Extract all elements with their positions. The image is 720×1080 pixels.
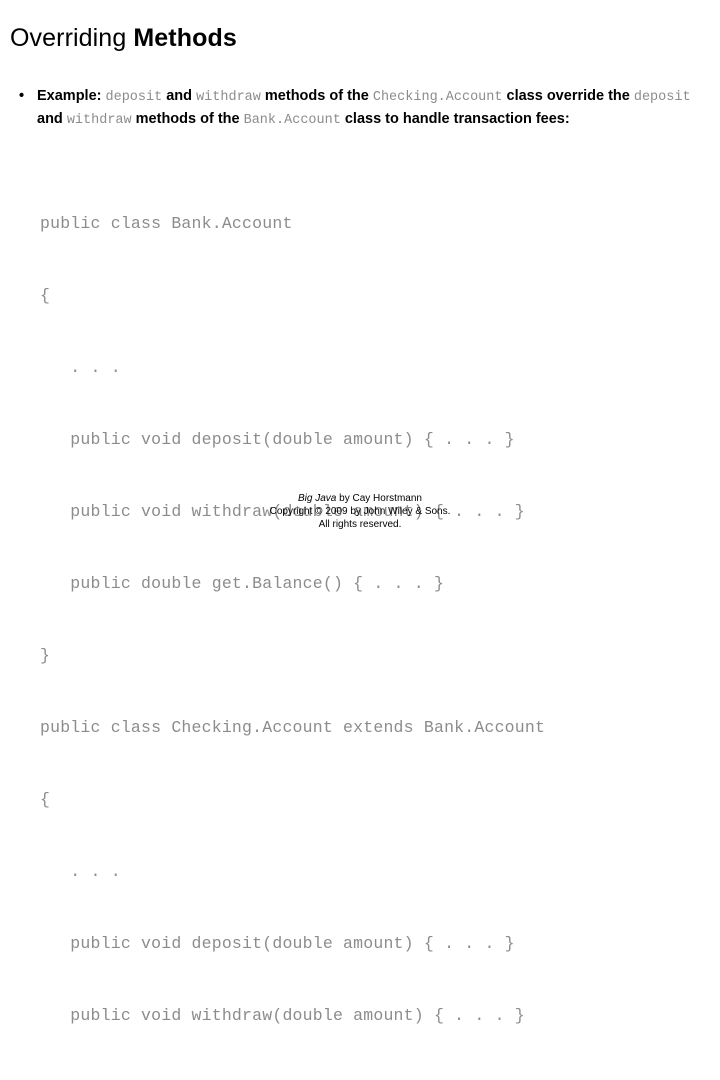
footer-copyright: Copyright © 2009 by John Wiley & Sons.	[269, 506, 451, 517]
bullet-text-methods-of-the-2: methods of the	[131, 110, 244, 127]
bullet-text-and-1: and	[162, 88, 197, 104]
code-line: . . .	[40, 358, 121, 377]
bullet-text-class-override: class override the	[502, 88, 634, 104]
footer-byline: by Cay Horstmann	[336, 493, 422, 504]
bullet-text-tail: class to handle transaction fees:	[340, 110, 570, 127]
code-token-bank-account: Bank.Account	[243, 112, 341, 128]
code-token-deposit-2: deposit	[633, 90, 691, 105]
code-token-withdraw-2: withdraw	[66, 112, 132, 128]
bullet-text-example-label: Example:	[37, 88, 106, 104]
list-item: • Example: deposit and withdraw methods o…	[10, 86, 710, 131]
code-line: public class Checking.Account extends Ba…	[40, 718, 546, 737]
code-line: {	[40, 286, 51, 305]
bullet-text-methods-of-the-1: methods of the	[260, 88, 373, 104]
code-line: public class Bank.Account	[40, 214, 293, 233]
code-line: public void deposit(double amount) { . .…	[40, 934, 515, 953]
footer-rights: All rights reserved.	[318, 519, 402, 530]
footer-attribution: Big Java by Cay Horstmann	[0, 492, 720, 505]
bullet-text-and-2: and	[37, 110, 67, 127]
slide-canvas: Overriding Methods • Example: deposit and…	[0, 0, 720, 1080]
code-line: {	[40, 790, 51, 809]
slide-footer: Big Java by Cay Horstmann Copyright © 20…	[0, 492, 720, 531]
page-title: Overriding Methods	[10, 22, 237, 54]
page-title-plain: Overriding	[10, 24, 134, 52]
code-line: public void deposit(double amount) { . .…	[40, 430, 515, 449]
code-line: public double get.Balance() { . . . }	[40, 574, 445, 593]
code-token-deposit: deposit	[105, 90, 163, 105]
code-line: public void withdraw(double amount) { . …	[40, 1006, 525, 1025]
page-title-bold: Methods	[133, 24, 237, 52]
bullet-marker-icon: •	[19, 88, 25, 104]
code-line: }	[40, 646, 51, 665]
code-line: public void deduct.Fees() { . . . }	[40, 1076, 545, 1080]
code-token-withdraw: withdraw	[196, 90, 261, 105]
code-block: public class Bank.Account { . . . public…	[40, 164, 545, 1080]
code-token-checking-account: Checking.Account	[372, 90, 503, 105]
footer-book-title: Big Java	[298, 493, 337, 504]
bullet-list: • Example: deposit and withdraw methods o…	[10, 86, 710, 131]
code-line: . . .	[40, 862, 121, 881]
